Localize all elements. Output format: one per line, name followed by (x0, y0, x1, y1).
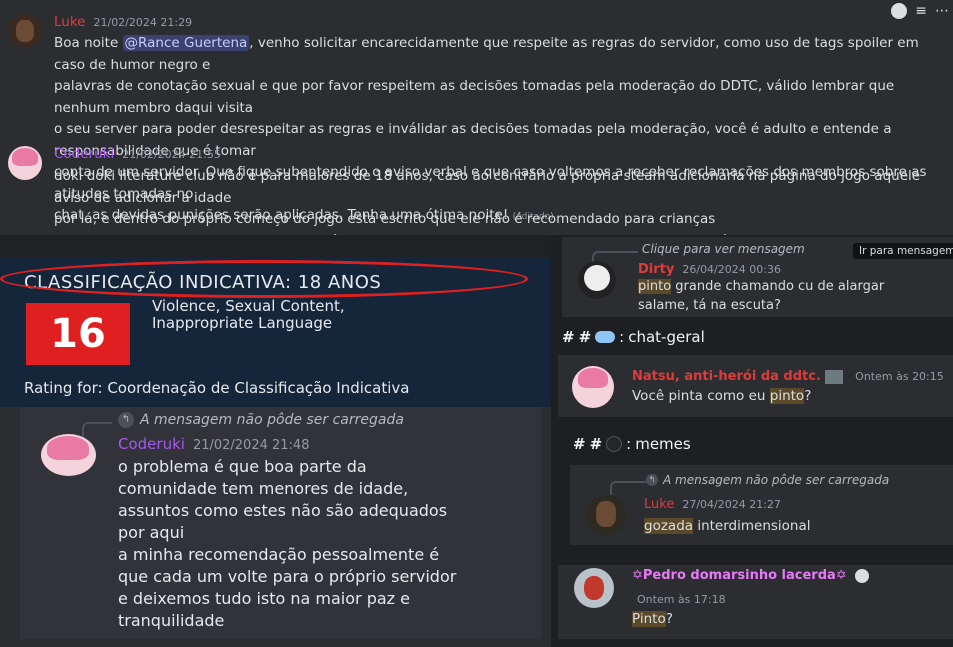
message-text: Boa noite (54, 35, 123, 51)
message-text: a minha recomendação pessoalmente é (118, 545, 440, 564)
message-panel: ↰ A mensagem não pôde ser carregada Luke… (570, 465, 953, 545)
author-name[interactable]: Luke (644, 497, 674, 512)
channel-name: memes (635, 435, 691, 453)
message-content: gozada interdimensional (644, 518, 811, 534)
message-text: grande chamando cu de alargar (671, 279, 885, 294)
message-text: ? (665, 611, 673, 627)
author-name[interactable]: Coderuki (118, 435, 185, 453)
timestamp: Ontem às 17:18 (637, 593, 726, 606)
message-toolbar: ≡ ⋯ (884, 0, 953, 22)
message-header: Coderuki 21/02/2024 21:48 (118, 435, 309, 453)
message-text: ? (804, 388, 812, 404)
message-header: Dirty 26/04/2024 00:36 (638, 262, 781, 277)
author-name[interactable]: Luke (54, 14, 85, 30)
message-text: por lá, e dentro do próprio começo do jo… (54, 211, 716, 227)
timestamp: 21/02/2024 21:55 (122, 148, 221, 161)
message-content: Pinto? (632, 611, 673, 627)
message-text: que cada um volte para o próprio servido… (118, 567, 457, 586)
author-name[interactable]: Natsu, anti-herói da ddtc. (632, 369, 821, 384)
avatar[interactable] (41, 434, 96, 476)
reaction-icon[interactable]: ≡ (915, 3, 927, 19)
highlighted-word: pinto (769, 388, 805, 404)
rating-card: CLASSIFICAÇÃO INDICATIVA: 18 ANOS 16 Vio… (0, 235, 551, 407)
rating-footer: Rating for: Coordenação de Classificação… (24, 379, 410, 397)
message-content: pinto grande chamando cu de alargar sala… (638, 277, 884, 315)
descriptor-text: Inappropriate Language (152, 314, 333, 332)
message-text: comunidade tem menores de idade, (118, 479, 409, 498)
message-content: doki doki literature club não é para mai… (54, 166, 944, 245)
cloud-icon (595, 331, 616, 343)
descriptor-text: Violence, Sexual Content, (152, 297, 345, 315)
timestamp: 26/04/2024 00:36 (682, 263, 781, 276)
reply-bar[interactable]: ↰ A mensagem não pôde ser carregada (646, 473, 889, 487)
author-name[interactable]: ✡Pedro domarsinho lacerda✡ (632, 568, 847, 583)
emoji-icon[interactable] (891, 3, 908, 19)
timestamp: 21/02/2024 21:48 (192, 438, 310, 453)
badge-icon (854, 568, 869, 583)
message-header: Coderuki 21/02/2024 21:55 (54, 146, 221, 162)
channel-header[interactable]: # # : chat-geral (562, 328, 705, 346)
tooltip: Ir para mensagem (853, 243, 953, 259)
message-text: palavras de conotação sexual e que por f… (54, 78, 895, 116)
message-text: o problema é que boa parte da (118, 457, 367, 476)
message-panel: Natsu, anti-herói da ddtc. Ontem às 20:1… (558, 355, 953, 417)
user-mention[interactable]: @Rance Guertena (122, 35, 250, 51)
rating-badge-number: 16 (50, 311, 106, 357)
message-header: Luke 27/04/2024 21:27 (644, 497, 781, 512)
bomb-icon (606, 436, 623, 452)
highlighted-word: Pinto (632, 611, 666, 627)
timestamp: Ontem às 20:15 (855, 370, 944, 383)
avatar[interactable] (572, 366, 614, 408)
message-text: tranquilidade (118, 611, 225, 630)
author-name[interactable]: Coderuki (54, 146, 114, 162)
message-text: e deixemos tudo isto na maior paz e (118, 589, 410, 608)
channel-name: chat-geral (628, 328, 705, 346)
message-panel: Clique para ver mensagem Ir para mensage… (562, 237, 953, 317)
rating-descriptors: Violence, Sexual Content, Inappropriate … (152, 298, 345, 332)
message-header: Luke 21/02/2024 21:29 (54, 14, 192, 30)
avatar[interactable] (8, 14, 42, 48)
message-panel: ↰ A mensagem não pôde ser carregada Code… (20, 407, 541, 639)
reply-arrow-icon: ↰ (118, 412, 134, 428)
message-text: Você pinta como eu (632, 388, 770, 404)
timestamp: 27/04/2024 21:27 (682, 498, 781, 511)
reply-preview: Clique para ver mensagem (642, 242, 805, 256)
message-content: Você pinta como eu pinto? (632, 388, 811, 404)
hash-icon: # (562, 328, 575, 346)
message-text: interdimensional (693, 518, 811, 534)
message-header: Natsu, anti-herói da ddtc. Ontem às 20:1… (632, 369, 944, 384)
more-icon[interactable]: ⋯ (935, 3, 949, 19)
reply-arrow-icon: ↰ (646, 474, 658, 486)
red-circle-annotation (0, 260, 528, 298)
hash-icon: # (573, 435, 586, 453)
avatar[interactable] (8, 146, 42, 180)
message-text: salame, tá na escuta? (638, 298, 781, 313)
avatar[interactable] (586, 495, 626, 535)
message-text: assuntos como estes não são adequados (118, 501, 448, 520)
hash-icon: # (589, 435, 603, 453)
reply-bar[interactable]: ↰ A mensagem não pôde ser carregada (118, 412, 404, 428)
message-text: por aqui (118, 523, 185, 542)
author-name[interactable]: Dirty (638, 262, 674, 277)
hash-icon: # (578, 328, 592, 346)
channel-header[interactable]: # # : memes (573, 435, 691, 453)
tooltip-text: Ir para mensagem (859, 245, 953, 257)
badge-icon (825, 369, 844, 384)
message-text: doki doki literature club não é para mai… (54, 168, 921, 206)
rating-badge: 16 (26, 303, 130, 365)
reply-bar[interactable]: Clique para ver mensagem (642, 242, 805, 256)
highlighted-word: gozada (644, 518, 694, 534)
timestamp: 21/02/2024 21:29 (93, 16, 193, 29)
reply-text: A mensagem não pôde ser carregada (663, 473, 890, 487)
avatar[interactable] (574, 568, 614, 608)
message-panel: ✡Pedro domarsinho lacerda✡ Ontem às 17:1… (558, 565, 953, 639)
message-header: ✡Pedro domarsinho lacerda✡ (632, 568, 869, 583)
highlighted-word: pinto (638, 279, 672, 294)
reply-text: A mensagem não pôde ser carregada (140, 412, 404, 428)
avatar[interactable] (578, 261, 616, 299)
message-content: o problema é que boa parte da comunidade… (118, 456, 456, 632)
